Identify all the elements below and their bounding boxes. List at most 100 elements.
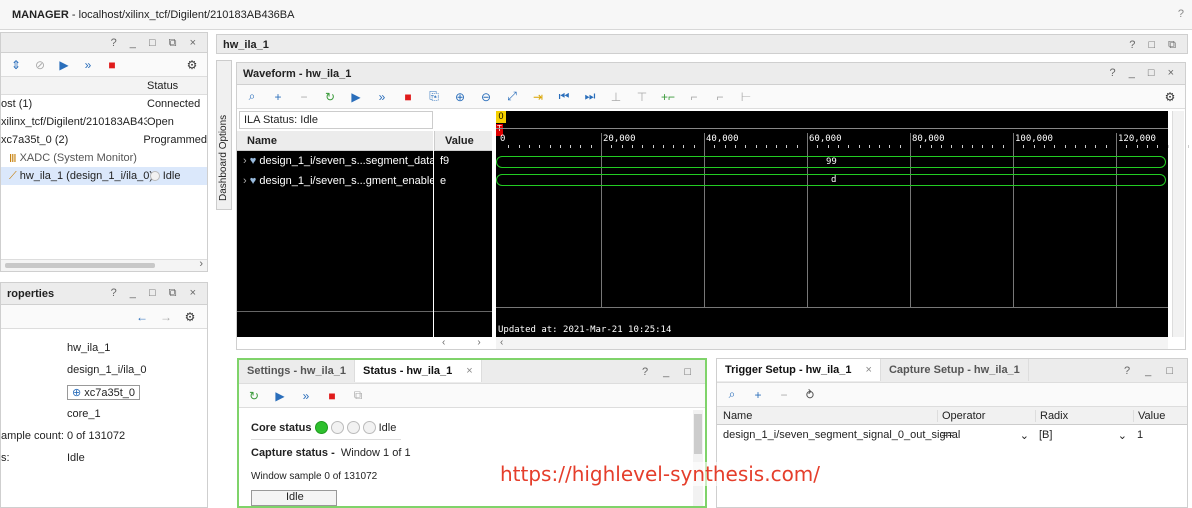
tab-capture-setup[interactable]: Capture Setup - hw_ila_1 [881, 359, 1029, 381]
minor-tick [1064, 145, 1066, 148]
pane-controls[interactable]: ? _ □ ⧉ × [111, 37, 201, 50]
minor-tick [971, 145, 973, 148]
sort-icon[interactable]: ⇕ [9, 58, 23, 72]
refresh-icon[interactable]: ↻ [247, 389, 261, 403]
close-icon[interactable]: × [466, 365, 472, 377]
signal-value: e [440, 175, 447, 187]
main-tab-title[interactable]: hw_ila_1 [223, 39, 269, 51]
previous-transition-icon[interactable]: ⊥ [609, 90, 623, 104]
zoom-out-icon[interactable]: ⊖ [479, 90, 493, 104]
disconnect-icon[interactable]: ⊘ [33, 58, 47, 72]
name-scroll-arrows[interactable]: ‹ › [434, 337, 494, 349]
device-link[interactable]: ⊕ xc7a35t_0 [67, 384, 141, 400]
remove-icon[interactable]: − [777, 388, 791, 402]
expand-icon[interactable]: › [243, 175, 247, 187]
cursor-marker-0[interactable]: 0 [496, 111, 506, 123]
copy-icon[interactable]: ⧉ [351, 388, 365, 403]
go-to-start-icon[interactable]: ⏮ [557, 89, 571, 104]
time-tick-label: 40,000 [706, 134, 739, 144]
value-column-header[interactable]: Value [434, 131, 492, 151]
hardware-table-header: Status [1, 77, 207, 95]
go-to-end-icon[interactable]: ⏭ [583, 89, 597, 104]
add-icon[interactable]: + [271, 90, 285, 104]
tab-settings[interactable]: Settings - hw_ila_1 [239, 360, 356, 382]
minor-tick [518, 145, 520, 148]
scroll-right-icon[interactable]: › [199, 258, 203, 270]
pane-controls[interactable]: ? _ □ × [1110, 67, 1179, 79]
waveform-pane: Waveform - hw_ila_1 ? _ □ × ⌕ + − ↻ ▶ » … [236, 62, 1190, 350]
minor-tick [837, 145, 839, 148]
hw-row-target[interactable]: xilinx_tcf/Digilent/210183AB436B Open [1, 113, 207, 131]
stop-icon[interactable]: ■ [105, 58, 119, 72]
hw-row-localhost[interactable]: ost (1) Connected [1, 95, 207, 113]
status-led-icon [314, 421, 328, 434]
minor-tick [776, 145, 778, 148]
pane-controls[interactable]: ? _ □ [642, 366, 697, 378]
gear-icon[interactable]: ⚙ [1163, 90, 1177, 104]
run-immediate-icon[interactable]: » [81, 58, 95, 72]
add-marker-icon[interactable]: +⌐ [661, 90, 675, 104]
hw-row-xadc[interactable]: Ⅲ XADC (System Monitor) [1, 149, 207, 167]
minor-tick [961, 145, 963, 148]
refresh-icon[interactable]: ↻ [323, 90, 337, 104]
signal-values: f9 e [434, 151, 492, 337]
run-icon[interactable]: ▶ [273, 389, 287, 403]
run-icon[interactable]: ▶ [57, 58, 71, 72]
search-icon[interactable]: ⌕ [725, 387, 739, 402]
stop-icon[interactable]: ■ [401, 90, 415, 104]
zoom-in-icon[interactable]: ⊕ [453, 90, 467, 104]
add-icon[interactable]: + [751, 388, 765, 402]
back-icon[interactable]: ← [135, 310, 149, 324]
zoom-fit-icon[interactable]: ⤢ [505, 89, 519, 104]
property-value: hw_ila_1 [67, 342, 111, 354]
value-field[interactable]: 1 [1133, 429, 1183, 441]
status-toolbar: ↻ ▶ » ■ ⧉ [239, 384, 705, 408]
close-icon[interactable]: × [866, 364, 872, 376]
tab-status[interactable]: Status - hw_ila_1 × [355, 360, 482, 382]
waveform-canvas[interactable]: 0 T 020,00040,00060,00080,000100,000120,… [496, 111, 1190, 337]
minor-tick [621, 145, 623, 148]
horizontal-scrollbar[interactable]: › [1, 258, 207, 271]
previous-marker-icon[interactable]: ⌐ [687, 90, 701, 104]
pane-controls[interactable]: ? _ □ [1124, 365, 1179, 377]
pane-controls[interactable]: ? _ □ ⧉ × [111, 287, 201, 300]
hw-row-ila[interactable]: ⟋ hw_ila_1 (design_1_i/ila_0) Idle [1, 167, 207, 185]
next-marker-icon[interactable]: ⌐ [713, 90, 727, 104]
minor-tick [631, 145, 633, 148]
tab-trigger-setup[interactable]: Trigger Setup - hw_ila_1 × [717, 359, 881, 381]
go-to-cursor-icon[interactable]: ⇥ [531, 90, 545, 104]
stop-icon[interactable]: ■ [325, 389, 339, 403]
export-icon[interactable]: ⎘ [427, 89, 441, 104]
gear-icon[interactable]: ⚙ [183, 310, 197, 324]
forward-icon[interactable]: → [159, 310, 173, 324]
hw-row-device[interactable]: xc7a35t_0 (2) Programmed [1, 131, 207, 149]
radix-select[interactable]: [B] ⌄ [1035, 429, 1133, 442]
signal-row[interactable]: › ♥ design_1_i/seven_s...gment_enable[3:… [237, 171, 433, 191]
operator-select[interactable]: == ⌄ [937, 429, 1035, 442]
swap-cursors-icon[interactable]: ⊢ [739, 90, 753, 104]
main-controls[interactable]: ? □ ⧉ [1129, 39, 1181, 52]
search-icon[interactable]: ⌕ [245, 89, 259, 104]
gear-icon[interactable]: ⚙ [185, 58, 199, 72]
waveform-hscroll[interactable]: ‹ [496, 337, 1168, 349]
signal-names: › ♥ design_1_i/seven_s...segment_data[7:… [237, 151, 433, 337]
waveform-header: Waveform - hw_ila_1 ? _ □ × [237, 63, 1185, 85]
run-immediate-icon[interactable]: » [299, 389, 313, 403]
minor-tick [1157, 145, 1159, 148]
remove-icon[interactable]: − [297, 90, 311, 104]
run-trigger-icon[interactable]: ▶ [349, 90, 363, 104]
time-tick-label: 80,000 [912, 134, 945, 144]
status-scrollbar[interactable] [693, 410, 703, 506]
chevron-down-icon: ⌄ [1117, 429, 1127, 442]
trigger-condition-icon[interactable]: ⥁ [803, 388, 817, 402]
help-icon[interactable]: ? [1178, 8, 1184, 20]
name-column-header[interactable]: Name [237, 131, 433, 151]
dashboard-options-tab[interactable]: Dashboard Options [216, 60, 232, 210]
bus-value: 99 [826, 157, 837, 167]
vertical-scrollbar[interactable] [1172, 111, 1184, 337]
expand-icon[interactable]: › [243, 155, 247, 167]
run-immediate-icon[interactable]: » [375, 90, 389, 104]
trigger-row[interactable]: design_1_i/seven_segment_signal_0_out_si… [717, 425, 1187, 445]
next-transition-icon[interactable]: ⊤ [635, 90, 649, 104]
signal-row[interactable]: › ♥ design_1_i/seven_s...segment_data[7:… [237, 151, 433, 171]
